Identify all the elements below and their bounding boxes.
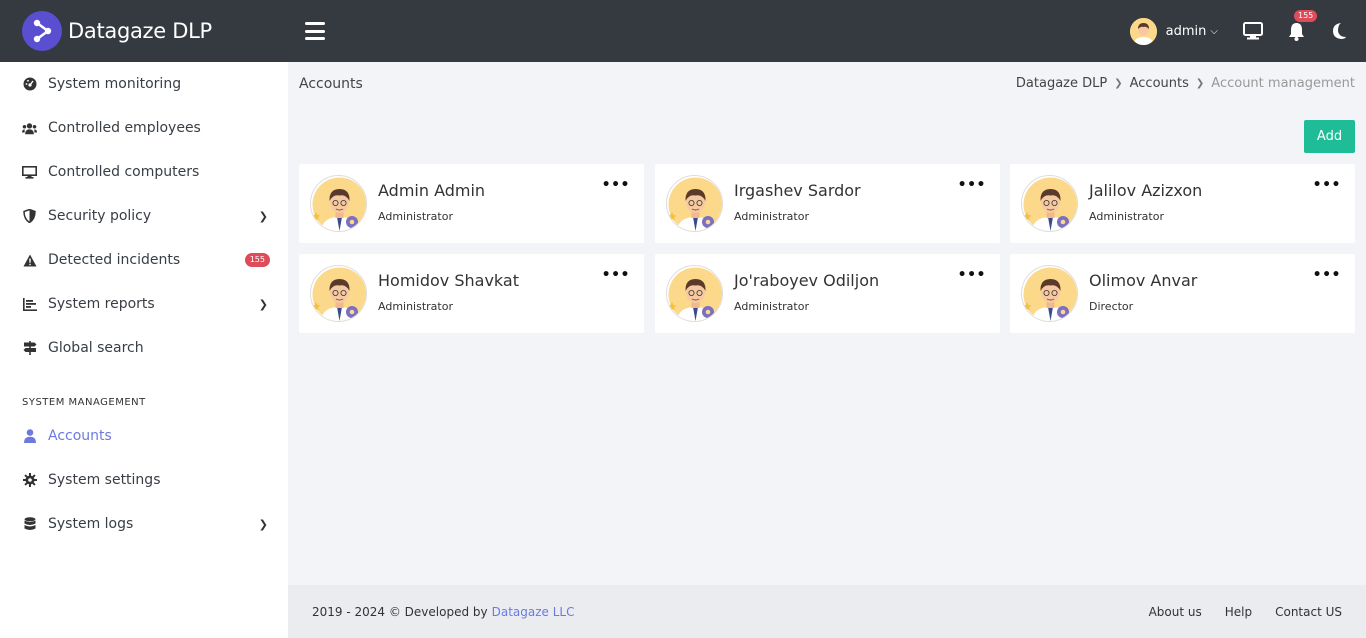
brand[interactable]: Datagaze DLP (0, 11, 288, 51)
account-card[interactable]: Jo'raboyev Odiljon Administrator ••• (655, 254, 1000, 333)
sidebar-item-label: Global search (48, 340, 144, 356)
account-name: Jalilov Azizxon (1089, 181, 1203, 200)
account-role: Director (1089, 300, 1134, 313)
contact-us-link[interactable]: Contact US (1275, 605, 1342, 619)
sidebar-item-system-logs[interactable]: System logs ❯ (0, 502, 288, 546)
account-name: Irgashev Sardor (734, 181, 861, 200)
sidebar-item-detected-incidents[interactable]: Detected incidents 155 (0, 238, 288, 282)
help-link[interactable]: Help (1225, 605, 1252, 619)
about-us-link[interactable]: About us (1149, 605, 1202, 619)
account-card[interactable]: Olimov Anvar Director ••• (1010, 254, 1355, 333)
sidebar-item-label: System monitoring (48, 76, 182, 92)
gauge-icon (22, 77, 37, 92)
sidebar-item-label: System reports (48, 296, 155, 312)
breadcrumb: Datagaze DLP ❯ Accounts ❯ Account manage… (1016, 76, 1355, 91)
sidebar-item-system-reports[interactable]: System reports ❯ (0, 282, 288, 326)
more-options-icon[interactable]: ••• (958, 267, 986, 283)
avatar (310, 175, 367, 232)
user-menu[interactable]: admin ⌵ (1129, 17, 1218, 45)
account-role: Administrator (734, 300, 809, 313)
moon-icon (1333, 23, 1346, 39)
avatar (310, 265, 367, 322)
footer-copyright: 2019 - 2024 © Developed by (312, 604, 488, 619)
more-options-icon[interactable]: ••• (1313, 177, 1341, 193)
more-options-icon[interactable]: ••• (1313, 267, 1341, 283)
main-content: Accounts Datagaze DLP ❯ Accounts ❯ Accou… (288, 62, 1366, 585)
developer-link[interactable]: Datagaze LLC (492, 605, 575, 619)
sidebar-item-system-monitoring[interactable]: System monitoring (0, 62, 288, 106)
breadcrumb-separator-icon: ❯ (1114, 78, 1123, 89)
sidebar-item-label: System settings (48, 472, 161, 488)
signpost-icon (22, 341, 37, 356)
sidebar-item-system-settings[interactable]: System settings (0, 458, 288, 502)
more-options-icon[interactable]: ••• (602, 177, 630, 193)
account-card[interactable]: Homidov Shavkat Administrator ••• (299, 254, 644, 333)
page-title: Accounts (299, 76, 363, 92)
account-role: Administrator (378, 300, 453, 313)
account-card[interactable]: Jalilov Azizxon Administrator ••• (1010, 164, 1355, 243)
breadcrumb-item-home[interactable]: Datagaze DLP (1016, 76, 1107, 91)
account-name: Olimov Anvar (1089, 271, 1198, 290)
sidebar-section-title: SYSTEM MANAGEMENT (22, 397, 146, 408)
menu-toggle-icon[interactable] (305, 22, 325, 40)
account-card[interactable]: Irgashev Sardor Administrator ••• (655, 164, 1000, 243)
more-options-icon[interactable]: ••• (958, 177, 986, 193)
avatar (1021, 265, 1078, 322)
desktop-icon (22, 165, 37, 180)
sidebar-item-label: Security policy (48, 208, 152, 224)
account-name: Homidov Shavkat (378, 271, 519, 290)
chevron-right-icon: ❯ (258, 517, 268, 531)
avatar (1021, 175, 1078, 232)
account-role: Administrator (378, 210, 453, 223)
brand-name: Datagaze DLP (68, 19, 212, 43)
sidebar: System monitoring Controlled employees C… (0, 62, 288, 638)
sidebar-item-label: System logs (48, 516, 134, 532)
notification-badge: 155 (1294, 9, 1318, 22)
incidents-count-badge: 155 (244, 253, 270, 267)
chevron-down-icon: ⌵ (1210, 25, 1218, 37)
account-role: Administrator (1089, 210, 1164, 223)
avatar (1129, 17, 1157, 45)
sidebar-item-controlled-employees[interactable]: Controlled employees (0, 106, 288, 150)
gear-icon (22, 473, 37, 488)
warning-icon (22, 253, 37, 268)
breadcrumb-separator-icon: ❯ (1195, 78, 1205, 89)
account-card[interactable]: Admin Admin Administrator ••• (299, 164, 644, 243)
datagaze-logo-icon (22, 11, 62, 51)
top-navbar: Datagaze DLP admin ⌵ 155 (0, 0, 1366, 62)
add-account-button[interactable]: Add (1304, 120, 1355, 153)
monitor-button[interactable] (1243, 22, 1263, 40)
sidebar-item-label: Detected incidents (48, 252, 181, 268)
breadcrumb-item-current: Account management (1211, 76, 1355, 91)
account-name: Admin Admin (378, 181, 486, 200)
chevron-right-icon: ❯ (258, 209, 268, 223)
account-role: Administrator (734, 210, 809, 223)
sidebar-item-security-policy[interactable]: Security policy ❯ (0, 194, 288, 238)
chevron-right-icon: ❯ (258, 297, 268, 311)
sidebar-item-label: Controlled computers (48, 164, 200, 180)
notifications-button[interactable]: 155 (1288, 9, 1318, 41)
sidebar-item-accounts[interactable]: Accounts (0, 414, 288, 458)
bell-icon (1289, 22, 1304, 41)
avatar (666, 175, 723, 232)
desktop-icon (1243, 22, 1263, 40)
sidebar-item-global-search[interactable]: Global search (0, 326, 288, 370)
chart-icon (22, 297, 37, 312)
avatar (666, 265, 723, 322)
theme-toggle-button[interactable] (1330, 22, 1346, 40)
account-name: Jo'raboyev Odiljon (734, 271, 880, 290)
user-name: admin (1165, 23, 1207, 39)
database-icon (22, 517, 37, 532)
sidebar-item-label: Controlled employees (48, 120, 201, 136)
breadcrumb-item-accounts[interactable]: Accounts (1130, 76, 1189, 91)
users-icon (22, 121, 37, 136)
shield-icon (22, 209, 37, 224)
more-options-icon[interactable]: ••• (602, 267, 630, 283)
footer: 2019 - 2024 © Developed by Datagaze LLC … (288, 585, 1366, 638)
sidebar-item-controlled-computers[interactable]: Controlled computers (0, 150, 288, 194)
user-icon (22, 429, 37, 444)
sidebar-item-label: Accounts (48, 428, 112, 444)
